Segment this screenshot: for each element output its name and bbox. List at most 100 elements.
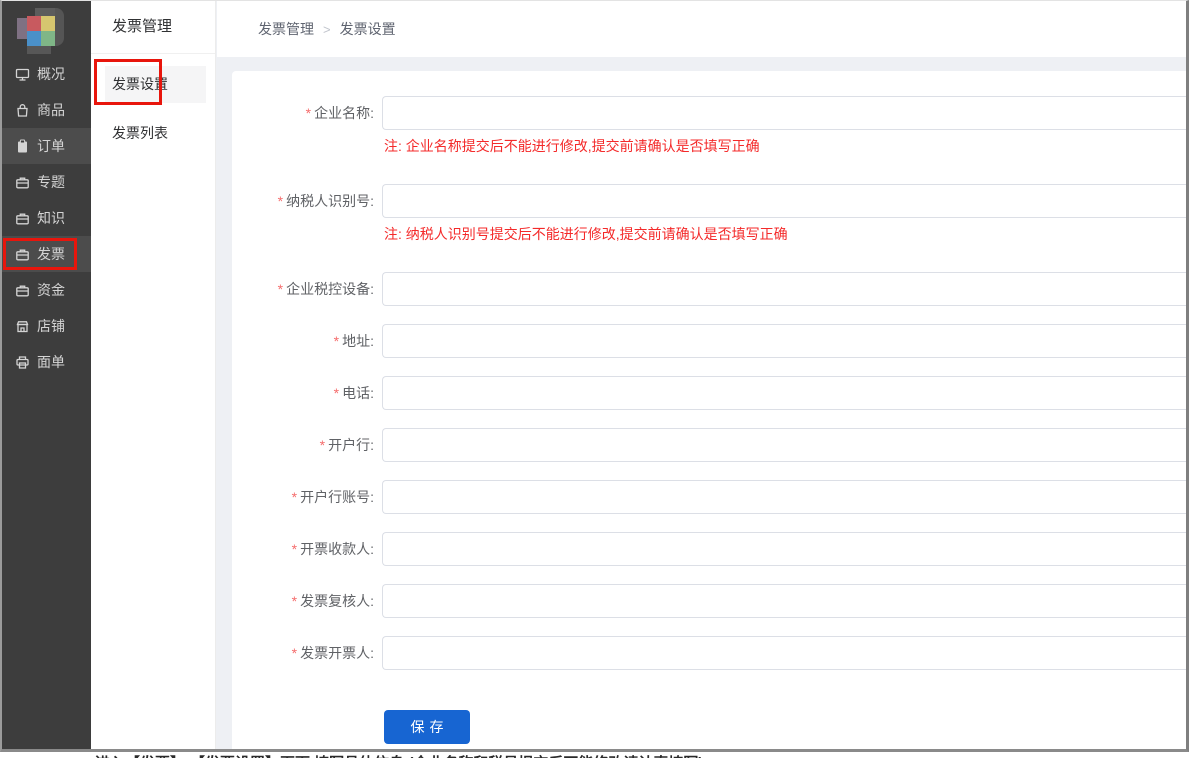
sidebar-item-topics[interactable]: 专题 [2, 164, 91, 200]
sidebar-item-overview[interactable]: 概况 [2, 56, 91, 92]
form-item-payee: *开票收款人: [232, 532, 1186, 566]
sidebar-item-goods[interactable]: 商品 [2, 92, 91, 128]
save-button[interactable]: 保存 [384, 710, 470, 744]
sidebar-item-orders[interactable]: 订单 [2, 128, 91, 164]
required-asterisk: * [292, 593, 297, 609]
required-asterisk: * [334, 333, 339, 349]
sidebar-item-label: 面单 [37, 352, 65, 372]
invoice-settings-panel: *企业名称: 注: 企业名称提交后不能进行修改,提交前请确认是否填写正确 *纳税… [232, 71, 1186, 749]
briefcase-icon [15, 283, 30, 298]
sidebar-item-label: 订单 [37, 136, 65, 156]
required-asterisk: * [334, 385, 339, 401]
invoice-settings-form: *企业名称: 注: 企业名称提交后不能进行修改,提交前请确认是否填写正确 *纳税… [232, 71, 1186, 749]
sidebar-item-waybill[interactable]: 面单 [2, 344, 91, 380]
briefcase-icon [15, 211, 30, 226]
form-item-address: *地址: [232, 324, 1186, 358]
shop-icon [15, 319, 30, 334]
sidebar-item-funds[interactable]: 资金 [2, 272, 91, 308]
submenu-item-invoice-list[interactable]: 发票列表 [91, 115, 215, 152]
content-area: *企业名称: 注: 企业名称提交后不能进行修改,提交前请确认是否填写正确 *纳税… [217, 57, 1186, 749]
bank-name-input[interactable] [382, 428, 1186, 462]
printer-icon [15, 355, 30, 370]
reviewer-input[interactable] [382, 584, 1186, 618]
form-item-phone: *电话: [232, 376, 1186, 410]
secondary-sidebar: 发票管理 发票设置 发票列表 [91, 1, 216, 749]
sidebar-item-knowledge[interactable]: 知识 [2, 200, 91, 236]
tax-control-device-label: *企业税控设备: [232, 279, 382, 299]
submenu-item-invoice-settings[interactable]: 发票设置 [105, 66, 206, 103]
company-name-label: *企业名称: [232, 103, 382, 123]
sidebar-item-label: 知识 [37, 208, 65, 228]
tax-control-device-input[interactable] [382, 272, 1186, 306]
form-item-reviewer: *发票复核人: [232, 584, 1186, 618]
address-input[interactable] [382, 324, 1186, 358]
form-item-company-name: *企业名称: 注: 企业名称提交后不能进行修改,提交前请确认是否填写正确 [232, 96, 1186, 156]
drawer-input[interactable] [382, 636, 1186, 670]
sidebar-menu: 概况 商品 订单 专题 知识 发票 资金 店铺 面单 [2, 56, 91, 380]
bank-name-label: *开户行: [232, 435, 382, 455]
primary-sidebar: 概况 商品 订单 专题 知识 发票 资金 店铺 面单 [2, 1, 91, 749]
company-name-note: 注: 企业名称提交后不能进行修改,提交前请确认是否填写正确 [384, 137, 1186, 156]
required-asterisk: * [306, 105, 311, 121]
breadcrumb: 发票管理 > 发票设置 [258, 19, 396, 39]
required-asterisk: * [292, 489, 297, 505]
field-label-text: 发票复核人: [300, 593, 374, 609]
form-item-tax-control-device: *企业税控设备: [232, 272, 1186, 306]
taxpayer-id-label: *纳税人识别号: [232, 191, 382, 211]
sidebar-item-label: 店铺 [37, 316, 65, 336]
form-item-bank-account: *开户行账号: [232, 480, 1186, 514]
breadcrumb-bar: 发票管理 > 发票设置 [217, 1, 1186, 57]
clipboard-icon [15, 139, 30, 154]
reviewer-label: *发票复核人: [232, 591, 382, 611]
sidebar-item-label: 商品 [37, 100, 65, 120]
sidebar-item-label: 资金 [37, 280, 65, 300]
submenu-title: 发票管理 [91, 1, 215, 54]
monitor-icon [15, 67, 30, 82]
form-item-drawer: *发票开票人: [232, 636, 1186, 670]
submenu-item-label: 发票设置 [112, 76, 168, 92]
payee-label: *开票收款人: [232, 539, 382, 559]
breadcrumb-item: 发票设置 [340, 21, 396, 37]
sidebar-item-label: 专题 [37, 172, 65, 192]
field-label-text: 开票收款人: [300, 541, 374, 557]
form-item-bank-name: *开户行: [232, 428, 1186, 462]
sidebar-item-invoice[interactable]: 发票 [2, 236, 91, 272]
bank-account-input[interactable] [382, 480, 1186, 514]
breadcrumb-separator: > [323, 22, 331, 37]
bag-icon [15, 103, 30, 118]
field-label-text: 发票开票人: [300, 645, 374, 661]
payee-input[interactable] [382, 532, 1186, 566]
field-label-text: 企业税控设备: [286, 281, 374, 297]
sidebar-item-label: 概况 [37, 64, 65, 84]
required-asterisk: * [292, 541, 297, 557]
sidebar-item-shop[interactable]: 店铺 [2, 308, 91, 344]
field-label-text: 企业名称: [314, 105, 374, 121]
taxpayer-id-note: 注: 纳税人识别号提交后不能进行修改,提交前请确认是否填写正确 [384, 225, 1186, 244]
address-label: *地址: [232, 331, 382, 351]
taxpayer-id-input[interactable] [382, 184, 1186, 218]
submenu-item-label: 发票列表 [112, 125, 168, 141]
required-asterisk: * [278, 281, 283, 297]
company-name-input[interactable] [382, 96, 1186, 130]
app-window: 概况 商品 订单 专题 知识 发票 资金 店铺 面单 发票管理 发票设置 发票列… [0, 0, 1189, 752]
breadcrumb-item[interactable]: 发票管理 [258, 21, 314, 37]
app-logo [17, 8, 64, 54]
required-asterisk: * [320, 437, 325, 453]
submenu-list: 发票设置 发票列表 [91, 66, 215, 152]
phone-input[interactable] [382, 376, 1186, 410]
briefcase-icon [15, 175, 30, 190]
sidebar-item-label: 发票 [37, 244, 65, 264]
required-asterisk: * [278, 193, 283, 209]
bank-account-label: *开户行账号: [232, 487, 382, 507]
phone-label: *电话: [232, 383, 382, 403]
drawer-label: *发票开票人: [232, 643, 382, 663]
required-asterisk: * [292, 645, 297, 661]
briefcase-icon [15, 247, 30, 262]
clipped-caption-text: 进入【发票】-【发票设置】页面,填写具体信息 (企业名称和税号提交后不能修改请认… [95, 752, 713, 758]
field-label-text: 开户行: [328, 437, 374, 453]
field-label-text: 开户行账号: [300, 489, 374, 505]
field-label-text: 地址: [342, 333, 374, 349]
field-label-text: 纳税人识别号: [286, 193, 374, 209]
field-label-text: 电话: [342, 385, 374, 401]
form-item-taxpayer-id: *纳税人识别号: 注: 纳税人识别号提交后不能进行修改,提交前请确认是否填写正确 [232, 184, 1186, 244]
